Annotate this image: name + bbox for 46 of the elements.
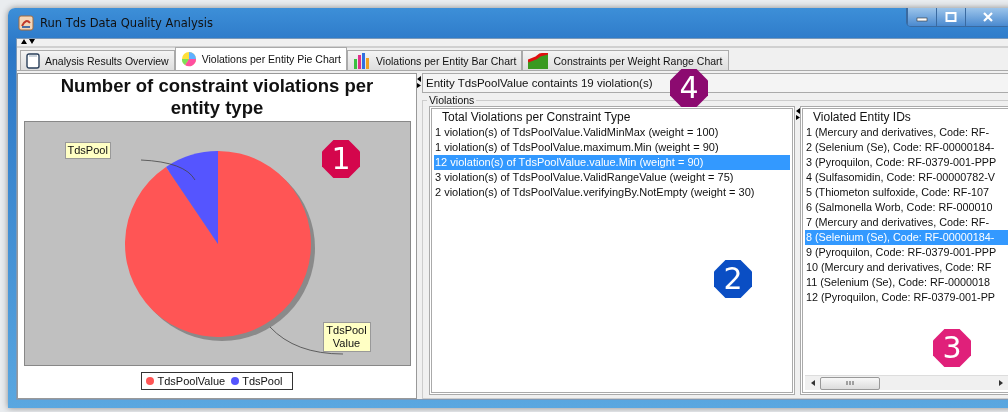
entity-row[interactable]: 10 (Mercury and derivatives, Code: RF: [805, 260, 1008, 275]
entity-row[interactable]: 7 (Mercury and derivatives, Code: RF-: [805, 215, 1008, 230]
tab[interactable]: Constraints per Weight Range Chart: [522, 50, 729, 70]
divider-arrows-icon[interactable]: [417, 76, 421, 88]
bar-chart-icon: [353, 52, 371, 69]
tab[interactable]: Violations per Entity Pie Chart: [174, 47, 347, 70]
scroll-right-icon[interactable]: [997, 379, 1005, 387]
constraint-row[interactable]: 2 violation(s) of TdsPoolValue.verifyingBy.NotEmpty (weight = 30): [434, 185, 790, 200]
window-title: Run Tds Data Quality Analysis: [40, 16, 213, 30]
entity-row[interactable]: 9 (Pyroquilon, Code: RF-0379-001-PPP: [805, 245, 1008, 260]
slice-label: TdsPool: [64, 142, 111, 159]
close-icon: [982, 12, 994, 22]
entity-row[interactable]: 3 (Pyroquilon, Code: RF-0379-001-PPP: [805, 155, 1008, 170]
document-icon: [26, 52, 40, 69]
horizontal-scrollbar[interactable]: [805, 375, 1008, 390]
maximize-icon: [945, 12, 957, 22]
app-icon: [18, 15, 34, 31]
constraint-row[interactable]: 1 violation(s) of TdsPoolValue.maximum.Min (weight = 90): [434, 140, 790, 155]
leader-line: [140, 159, 195, 181]
tab[interactable]: Analysis Results Overview: [20, 50, 175, 70]
slice-label: TdsPool Value: [322, 322, 371, 352]
entity-row[interactable]: 5 (Thiometon sulfoxide, Code: RF-107: [805, 185, 1008, 200]
close-button[interactable]: [965, 8, 1008, 26]
scrollbar-thumb[interactable]: [820, 376, 880, 390]
list-title: Violated Entity IDs: [811, 110, 913, 124]
entity-row[interactable]: 6 (Salmonella Worb, Code: RF-000010: [805, 200, 1008, 215]
maximize-button[interactable]: [936, 8, 965, 26]
entity-row[interactable]: 4 (Sulfasomidin, Code: RF-00000782-V: [805, 170, 1008, 185]
chart-title: Number of constraint violations per entity type: [59, 75, 375, 119]
constraint-row[interactable]: 3 violation(s) of TdsPoolValue.ValidRangeValue (weight = 75): [434, 170, 790, 185]
legend-label: TdsPool: [242, 374, 283, 387]
area-chart-icon: [528, 52, 549, 69]
legend-label: TdsPoolValue: [157, 374, 226, 387]
minimize-button[interactable]: [907, 8, 936, 26]
expander-arrows-icon[interactable]: [21, 39, 35, 44]
list-title: Total Violations per Constraint Type: [440, 110, 633, 124]
entity-row[interactable]: 12 (Pyroquilon, Code: RF-0379-001-PP: [805, 290, 1008, 305]
tab[interactable]: Violations per Entity Bar Chart: [347, 50, 523, 70]
constraint-row[interactable]: 1 violation(s) of TdsPoolValue.ValidMinMax (weight = 100): [434, 125, 790, 140]
group-label: Violations: [427, 94, 477, 106]
divider-arrows-icon[interactable]: [796, 108, 800, 120]
pie-chart-icon: [180, 51, 197, 67]
entity-row[interactable]: 11 (Selenium (Se), Code: RF-0000018: [805, 275, 1008, 290]
entity-row[interactable]: 2 (Selenium (Se), Code: RF-00000184-: [805, 140, 1008, 155]
scroll-left-icon[interactable]: [809, 379, 817, 387]
entity-row[interactable]: 1 (Mercury and derivatives, Code: RF-: [805, 125, 1008, 140]
